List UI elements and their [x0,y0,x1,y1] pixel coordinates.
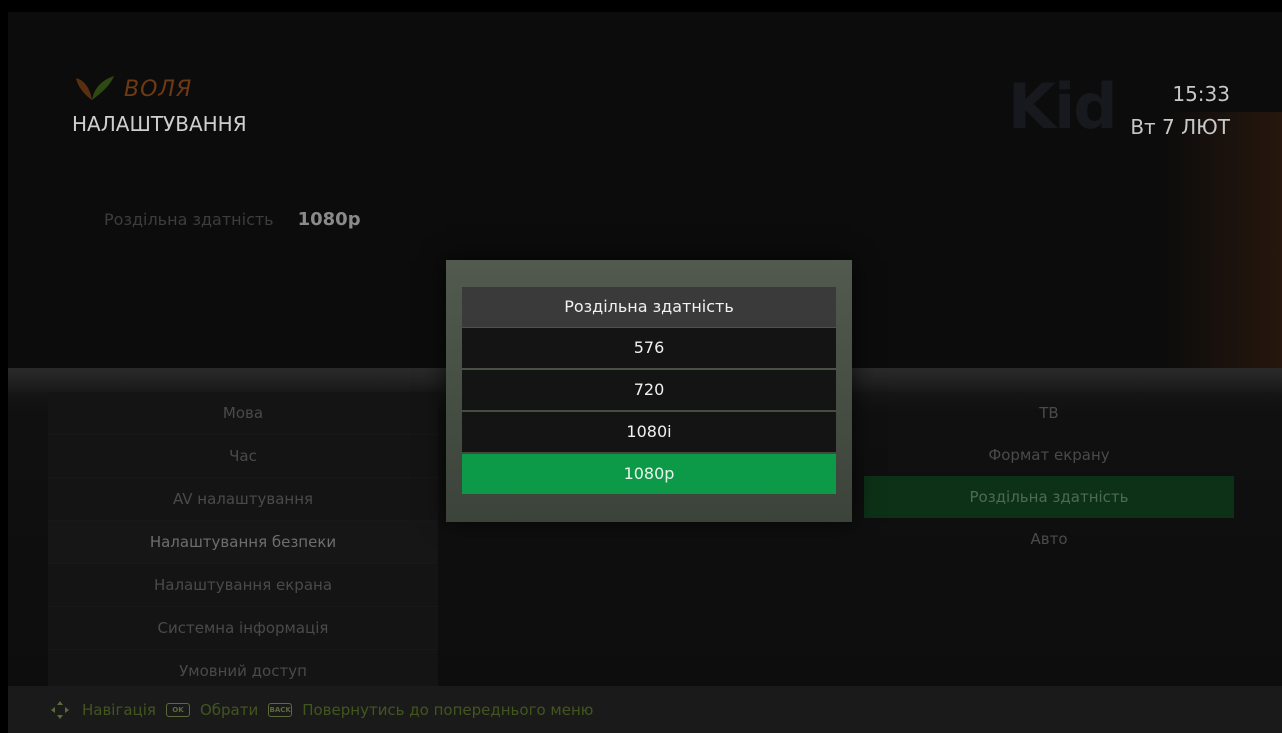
background-video [1162,112,1282,372]
ok-key-icon: OK [165,702,190,717]
hint-select: Обрати [199,700,259,719]
menu-item-language[interactable]: Мова [48,392,438,435]
leaf-logo-icon [76,76,114,100]
menu-item-security-settings[interactable]: Налаштування безпеки [48,521,438,564]
option-576[interactable]: 576 [462,328,836,368]
footer-hints: Навігація OK Обрати BACK Повернутись до … [8,686,1282,733]
option-1080i[interactable]: 1080i [462,412,836,452]
option-720[interactable]: 720 [462,370,836,410]
channel-logo: Kid [1008,70,1118,143]
current-setting: Роздільна здатність 1080p [104,209,361,230]
current-setting-label: Роздільна здатність [104,210,274,229]
submenu-item-resolution[interactable]: Роздільна здатність [864,476,1234,518]
menu-item-time[interactable]: Час [48,435,438,478]
dialog-title: Роздільна здатність [462,287,836,327]
resolution-dialog: Роздільна здатність 576 720 1080i 1080p [446,260,852,522]
clock-date: Вт 7 ЛЮТ [1130,115,1230,139]
submenu-item-aspect-ratio[interactable]: Формат екрану [864,434,1234,476]
option-1080p[interactable]: 1080p [462,454,836,494]
hint-navigate: Навігація [82,700,156,719]
back-key-icon: BACK [268,702,293,717]
brand-name: ВОЛЯ [124,76,193,102]
current-setting-value: 1080p [297,209,361,230]
submenu-item-auto[interactable]: Авто [864,518,1234,560]
submenu: ТВ Формат екрану Роздільна здатність Авт… [864,392,1234,560]
clock-time: 15:33 [1172,82,1230,106]
menu-item-av-settings[interactable]: AV налаштування [48,478,438,521]
hint-back: Повернутись до попереднього меню [302,700,594,719]
dpad-icon [51,700,69,719]
clock: 15:33 Вт 7 ЛЮТ [1130,78,1230,144]
page-title: НАЛАШТУВАННЯ [72,112,247,136]
brand: ВОЛЯ [72,74,192,104]
submenu-item-tv[interactable]: ТВ [864,392,1234,434]
tv-screen: Kid ВОЛЯ НАЛАШТУВАННЯ 15:33 Вт 7 ЛЮТ Роз… [8,12,1282,733]
settings-menu: Мова Час AV налаштування Налаштування бе… [48,392,438,693]
menu-item-system-info[interactable]: Системна інформація [48,607,438,650]
menu-item-screen-settings[interactable]: Налаштування екрана [48,564,438,607]
